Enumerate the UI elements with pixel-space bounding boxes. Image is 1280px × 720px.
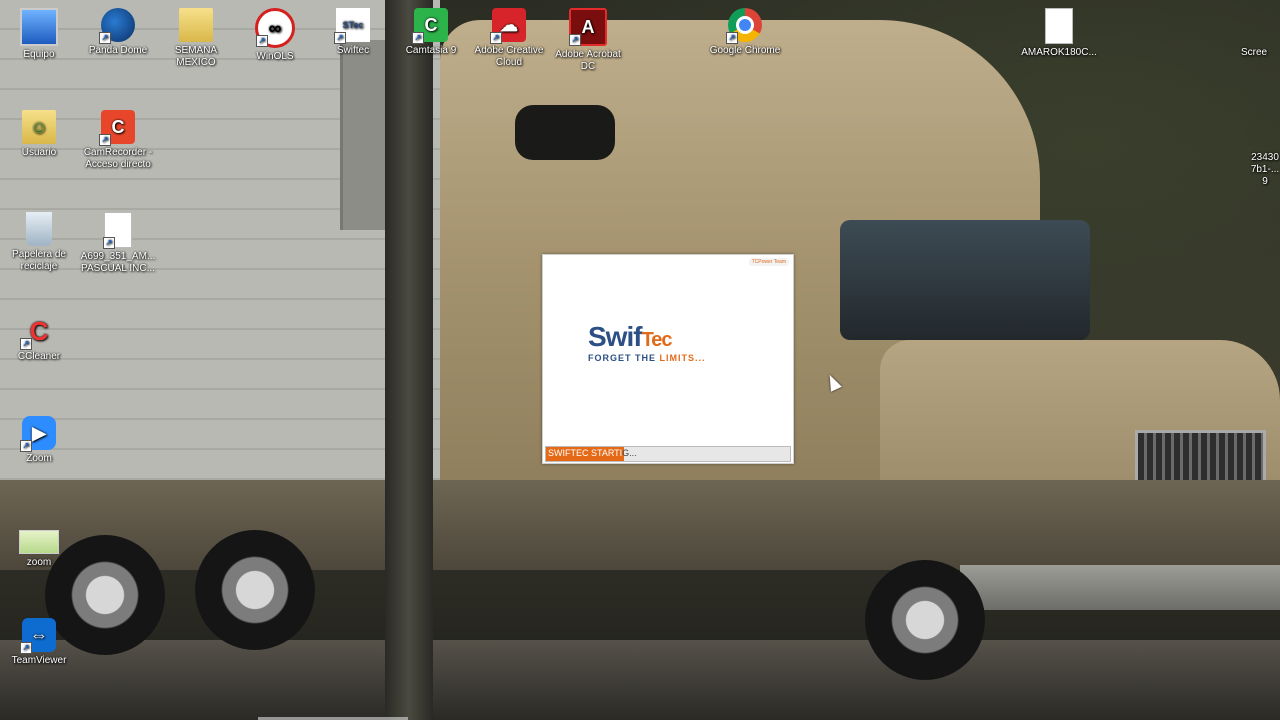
wallpaper-ground [0, 640, 1280, 720]
logo-tec-text: Tec [641, 329, 673, 351]
desktop-icon-amarok-file[interactable]: AMAROK180C... [1020, 8, 1098, 59]
icon-label: Camtasia 9 [405, 45, 457, 56]
camrecorder-icon: C ↗ [99, 110, 135, 146]
wallpaper-underbody [0, 480, 1280, 570]
splash-tag: TCPower Team [748, 258, 789, 266]
file-icon: ↗ [103, 212, 132, 249]
logo-main-text: Swif [588, 321, 643, 352]
startup-progress-bar: SWIFTEC STARTIG... [545, 446, 791, 462]
progress-status-filled: SWIFTEC STARTI [548, 448, 623, 458]
teamviewer-icon: ⇔ ↗ [20, 618, 56, 654]
zoom-icon: ▶ ↗ [20, 416, 56, 452]
computer-icon [20, 8, 58, 46]
wallpaper-wheel [195, 530, 315, 650]
desktop-icon-zoom-app[interactable]: ▶ ↗ Zoom [0, 416, 78, 465]
desktop-icon-23430-file[interactable]: 23430 7b1-... 9 [1250, 152, 1280, 188]
icon-label: WinOLS [256, 51, 294, 62]
panda-dome-icon: ↗ [99, 8, 135, 44]
icon-label: A699_351_AM... PASCUAL INC... [80, 251, 156, 274]
progress-status-rest: G... [622, 448, 637, 458]
desktop-icon-usuario[interactable]: ☺ Usuario [0, 110, 78, 159]
desktop-icon-screenshot[interactable]: Scree [1241, 47, 1280, 59]
wallpaper-wheel [865, 560, 985, 680]
desktop-icon-camtasia[interactable]: C ↗ Camtasia 9 [392, 8, 470, 57]
swiftec-logo: SwifTec FORGET THE LIMITS... [588, 321, 763, 365]
icon-label: zoom [26, 557, 52, 568]
desktop-icon-winols[interactable]: ∞ ↗ WinOLS [236, 8, 314, 63]
camtasia-icon: C ↗ [412, 8, 448, 44]
icon-label: 23430 7b1-... 9 [1250, 152, 1280, 187]
creative-cloud-icon: ☁ ↗ [490, 8, 526, 44]
wallpaper-pole [385, 0, 433, 720]
desktop-icon-swiftec[interactable]: STec ↗ Swiftec [314, 8, 392, 57]
desktop-icon-camrecorder[interactable]: C ↗ CamRecorder - Acceso directo [79, 110, 157, 171]
icon-label: Papelera de reciclaje [12, 249, 66, 272]
ccleaner-icon: C ↗ [20, 314, 56, 350]
user-folder-icon: ☺ [22, 110, 56, 144]
icon-label: Google Chrome [709, 45, 781, 56]
chrome-icon: ↗ [726, 8, 762, 44]
icon-label: SEMANA MEXICO [174, 45, 218, 68]
desktop-icon-zoom-file[interactable]: zoom [0, 530, 78, 569]
wallpaper-windshield [840, 220, 1090, 340]
icon-label: Adobe Creative Cloud [474, 45, 544, 68]
logo-tagline: FORGET THE [588, 353, 660, 363]
file-icon [1045, 8, 1073, 44]
swiftec-splash-window: TCPower Team SwifTec FORGET THE LIMITS..… [542, 254, 794, 464]
logo-tagline-limits: LIMITS... [659, 353, 706, 363]
icon-label: TeamViewer [11, 655, 67, 666]
desktop-icon-adobe-acrobat[interactable]: A ↗ Adobe Acrobat DC [549, 8, 627, 73]
desktop-icon-a699-file[interactable]: ↗ A699_351_AM... PASCUAL INC... [79, 212, 157, 275]
desktop-icon-adobe-creative-cloud[interactable]: ☁ ↗ Adobe Creative Cloud [470, 8, 548, 69]
icon-label: Scree [1241, 47, 1268, 58]
desktop-icon-google-chrome[interactable]: ↗ Google Chrome [706, 8, 784, 57]
recycle-bin-icon [26, 212, 52, 246]
desktop-icon-ccleaner[interactable]: C ↗ CCleaner [0, 314, 78, 363]
desktop-icon-panda-dome[interactable]: ↗ Panda Dome [79, 8, 157, 57]
icon-label: Usuario [21, 147, 57, 158]
icon-label: AMAROK180C... [1021, 47, 1097, 58]
desktop-icon-equipo[interactable]: Equipo [0, 8, 78, 61]
icon-label: CamRecorder - Acceso directo [83, 147, 153, 170]
icon-label: Zoom [26, 453, 52, 464]
swiftec-icon: STec ↗ [334, 8, 370, 44]
desktop-icon-teamviewer[interactable]: ⇔ ↗ TeamViewer [0, 618, 78, 667]
wallpaper-cab-window [515, 105, 615, 160]
icon-label: Panda Dome [88, 45, 148, 56]
wallpaper-bumper [960, 565, 1280, 610]
icon-label: CCleaner [17, 351, 61, 362]
desktop-icon-papelera[interactable]: Papelera de reciclaje [0, 212, 78, 273]
icon-label: Equipo [23, 49, 55, 60]
folder-icon [179, 8, 213, 42]
desktop-icon-semana-mexico[interactable]: SEMANA MEXICO [157, 8, 235, 69]
winols-icon: ∞ ↗ [255, 8, 295, 48]
progress-status: SWIFTEC STARTIG... [548, 448, 637, 458]
icon-label: Swiftec [336, 45, 370, 56]
image-file-icon [19, 530, 59, 554]
icon-label: Adobe Acrobat DC [555, 49, 621, 72]
acrobat-icon: A ↗ [569, 8, 607, 46]
